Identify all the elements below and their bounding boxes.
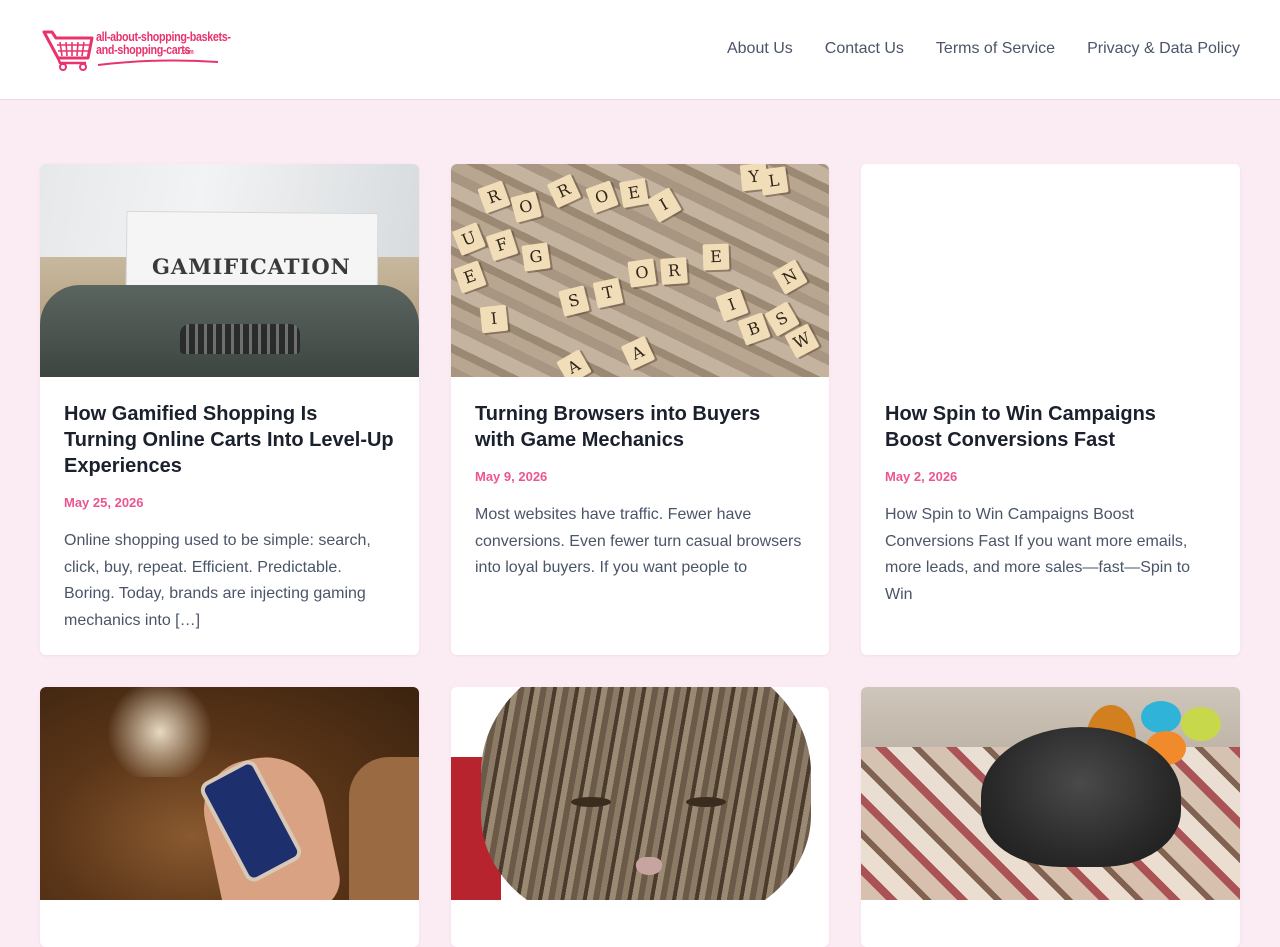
- post-thumbnail-blank[interactable]: [861, 164, 1240, 377]
- post-excerpt: Online shopping used to be simple: searc…: [64, 532, 371, 629]
- nav-terms-of-service[interactable]: Terms of Service: [936, 40, 1055, 58]
- post-card[interactable]: How Spin to Win Campaigns Boost Conversi…: [861, 164, 1240, 655]
- shopping-cart-icon: [42, 30, 94, 71]
- post-card[interactable]: GAMIFICATION How Gamified Shopping Is Tu…: [40, 164, 419, 655]
- post-card[interactable]: [861, 687, 1240, 947]
- post-thumbnail-tabby-cat[interactable]: [451, 687, 829, 900]
- post-title[interactable]: How Spin to Win Campaigns Boost Conversi…: [885, 401, 1216, 453]
- post-date: May 2, 2026: [885, 469, 958, 484]
- post-title[interactable]: Turning Browsers into Buyers with Game M…: [475, 401, 805, 453]
- post-excerpt: How Spin to Win Campaigns Boost Conversi…: [885, 506, 1191, 603]
- logo-suffix: .com: [180, 49, 194, 56]
- post-title[interactable]: How Gamified Shopping Is Turning Online …: [64, 401, 395, 479]
- logo-text-line1: all-about-shopping-baskets-: [96, 29, 231, 44]
- post-thumbnail-typewriter[interactable]: GAMIFICATION: [40, 164, 419, 377]
- post-thumbnail-smartphone[interactable]: [40, 687, 419, 900]
- main-nav: About Us Contact Us Terms of Service Pri…: [727, 40, 1240, 58]
- nav-contact-us[interactable]: Contact Us: [825, 40, 904, 58]
- nav-privacy-policy[interactable]: Privacy & Data Policy: [1087, 40, 1240, 58]
- post-card[interactable]: R O R O E I U F G E S T O R E I I N B S …: [451, 164, 829, 655]
- logo-swoosh: [97, 59, 219, 66]
- post-date: May 25, 2026: [64, 495, 144, 510]
- post-grid: GAMIFICATION How Gamified Shopping Is Tu…: [40, 164, 1240, 947]
- site-logo[interactable]: all-about-shopping-baskets- and-shopping…: [42, 28, 253, 72]
- post-card[interactable]: [451, 687, 829, 947]
- logo-text-line2: and-shopping-carts .com: [96, 43, 194, 57]
- post-date: May 9, 2026: [475, 469, 548, 484]
- post-thumbnail-fluffy-cat[interactable]: [861, 687, 1240, 900]
- nav-about-us[interactable]: About Us: [727, 40, 793, 58]
- site-header: all-about-shopping-baskets- and-shopping…: [0, 0, 1280, 100]
- thumbnail-caption: GAMIFICATION: [152, 254, 351, 279]
- post-card[interactable]: [40, 687, 419, 947]
- post-excerpt: Most websites have traffic. Fewer have c…: [475, 506, 802, 577]
- post-thumbnail-letter-tiles[interactable]: R O R O E I U F G E S T O R E I I N B S …: [451, 164, 829, 377]
